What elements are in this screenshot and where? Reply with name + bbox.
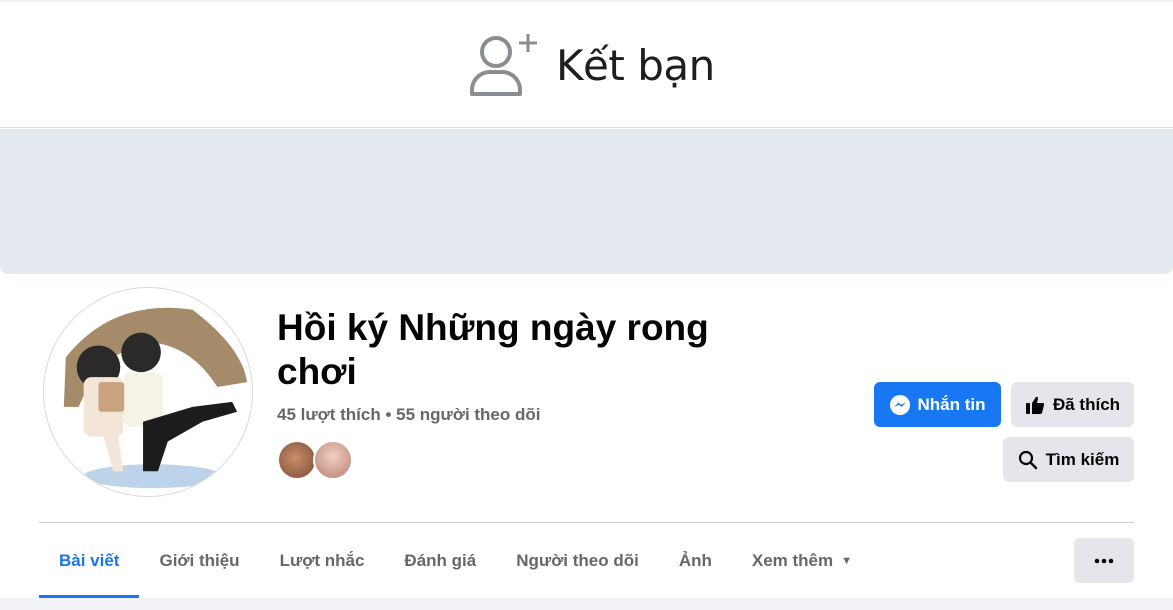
ellipsis-icon — [1094, 558, 1114, 563]
tab-label: Người theo dõi — [516, 550, 639, 570]
search-button[interactable]: Tìm kiếm — [1003, 437, 1134, 482]
search-icon — [1018, 450, 1037, 469]
add-friend-label: Kết bạn — [556, 40, 715, 90]
tab-reviews[interactable]: Đánh giá — [384, 523, 496, 598]
messenger-icon — [889, 394, 910, 415]
tab-label: Lượt nhắc — [279, 550, 365, 570]
avatar-illustration — [63, 307, 248, 489]
message-button[interactable]: Nhắn tin — [874, 382, 1001, 427]
friend-avatar[interactable] — [313, 440, 353, 480]
add-friend-button[interactable]: Kết bạn — [466, 30, 715, 100]
tab-label: Đánh giá — [404, 550, 477, 570]
page-tabs: Bài viết Giới thiệu Lượt nhắc Đánh giá N… — [39, 523, 872, 598]
more-options-button[interactable] — [1074, 538, 1134, 583]
tab-posts[interactable]: Bài viết — [39, 523, 140, 598]
liked-button-label: Đã thích — [1052, 394, 1121, 414]
message-button-label: Nhắn tin — [917, 394, 986, 414]
liked-button[interactable]: Đã thích — [1011, 382, 1134, 427]
tab-followers[interactable]: Người theo dõi — [496, 523, 659, 598]
tab-photos[interactable]: Ảnh — [659, 523, 732, 598]
thumbs-up-icon — [1025, 396, 1045, 414]
tab-label: Bài viết — [59, 550, 120, 570]
tab-about[interactable]: Giới thiệu — [139, 523, 259, 598]
add-friend-icon — [470, 34, 537, 96]
page-title: Hồi ký Những ngày rong chơi — [277, 307, 709, 392]
tab-label: Ảnh — [678, 550, 712, 570]
tab-label: Xem thêm — [751, 550, 834, 570]
tab-more[interactable]: Xem thêm ▼ — [732, 523, 872, 598]
page-stats[interactable]: 45 lượt thích • 55 người theo dõi — [277, 405, 540, 425]
caret-down-icon: ▼ — [841, 554, 853, 567]
top-bar: Kết bạn — [0, 0, 1173, 128]
content-background — [0, 598, 1173, 610]
cover-photo[interactable] — [0, 129, 1173, 274]
tab-label: Giới thiệu — [159, 550, 240, 570]
search-button-label: Tìm kiếm — [1045, 449, 1120, 469]
friend-avatar[interactable] — [277, 440, 317, 480]
tab-mentions[interactable]: Lượt nhắc — [260, 523, 385, 598]
profile-avatar[interactable] — [43, 287, 253, 497]
